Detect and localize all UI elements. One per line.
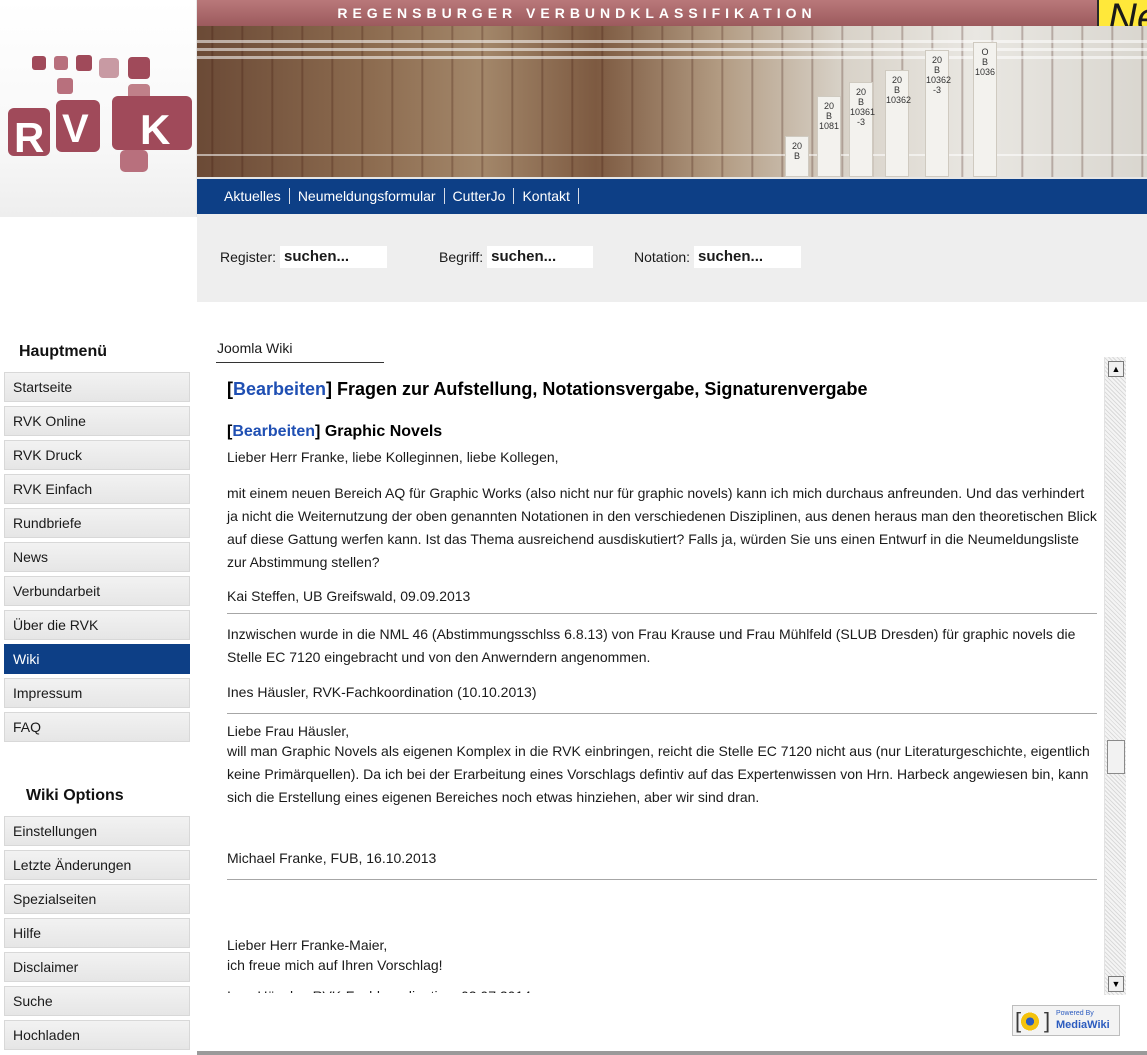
sidebar: Hauptmenü Startseite RVK Online RVK Druc…	[0, 302, 197, 1055]
wiki-options-menu: Einstellungen Letzte Änderungen Spezials…	[4, 816, 190, 1054]
main-menu: Startseite RVK Online RVK Druck RVK Einf…	[4, 372, 190, 746]
sidebar-item-suche[interactable]: Suche	[4, 986, 190, 1016]
nav-kontakt[interactable]: Kontakt	[514, 188, 579, 204]
sidebar-item-news[interactable]: News	[4, 542, 190, 572]
notation-search-label: Notation:	[634, 249, 691, 265]
comment-signature: Michael Franke, FUB, 16.10.2013	[227, 850, 437, 866]
search-area: Register: suchen... Begriff: suchen... N…	[197, 214, 1147, 302]
subsection-heading: [Bearbeiten] Graphic Novels	[227, 423, 443, 440]
comment-greeting: Lieber Herr Franke-Maier,	[227, 937, 388, 953]
nav-aktuelles[interactable]: Aktuelles	[216, 188, 290, 204]
powered-by-mediawiki-badge[interactable]: [ ] Powered By MediaWiki	[1012, 1005, 1120, 1036]
scroll-thumb[interactable]	[1107, 740, 1125, 774]
logo-letter-r: R	[14, 114, 44, 161]
sidebar-item-hilfe[interactable]: Hilfe	[4, 918, 190, 948]
comment-divider	[227, 879, 1097, 880]
wiki-options-heading: Wiki Options	[26, 787, 124, 804]
site-title: REGENSBURGER VERBUNDKLASSIFIKATION	[337, 5, 817, 21]
begriff-search-input[interactable]: suchen...	[487, 246, 594, 268]
shelf-label: 20 B	[785, 136, 809, 177]
comment-signature: Kai Steffen, UB Greifswald, 09.09.2013	[227, 588, 471, 604]
sidebar-item-einstellungen[interactable]: Einstellungen	[4, 816, 190, 846]
section-title: Fragen zur Aufstellung, Notationsvergabe…	[337, 379, 868, 399]
comment-body: ich freue mich auf Ihren Vorschlag!	[227, 957, 443, 973]
rvk-logo[interactable]: R V K	[0, 0, 197, 217]
comment-divider	[227, 613, 1097, 614]
wiki-frame[interactable]: [Bearbeiten] Fragen zur Aufstellung, Not…	[197, 357, 1147, 993]
comment-signature: Ines Häusler, RVK-Fachkoordination (10.1…	[227, 684, 537, 700]
shelf-label: 20 B 10362	[885, 70, 911, 177]
sidebar-item-rvk-einfach[interactable]: RVK Einfach	[4, 474, 190, 504]
notation-search-input[interactable]: suchen...	[694, 246, 802, 268]
main-menu-heading: Hauptmenü	[19, 343, 107, 360]
sidebar-item-ueber-die-rvk[interactable]: Über die RVK	[4, 610, 190, 640]
sidebar-item-impressum[interactable]: Impressum	[4, 678, 190, 708]
sidebar-item-rvk-online[interactable]: RVK Online	[4, 406, 190, 436]
sidebar-item-startseite[interactable]: Startseite	[4, 372, 190, 402]
scroll-up-button[interactable]: ▲	[1108, 361, 1124, 377]
sidebar-item-faq[interactable]: FAQ	[4, 712, 190, 742]
shelf-label: 20 B 1081	[817, 96, 841, 177]
subsection-title: Graphic Novels	[324, 423, 443, 440]
wiki-scrollbar[interactable]: ▲ ▼	[1104, 357, 1126, 995]
breadcrumb[interactable]: Joomla Wiki	[217, 340, 292, 356]
edit-subsection-link[interactable]: Bearbeiten	[232, 423, 315, 440]
comment-body: will man Graphic Novels als eigenen Komp…	[227, 743, 1090, 805]
edit-section-link[interactable]: Bearbeiten	[233, 379, 326, 399]
site-title-bar: REGENSBURGER VERBUNDKLASSIFIKATION Ne	[197, 0, 1147, 40]
register-search-input[interactable]: suchen...	[280, 246, 388, 268]
section-heading: [Bearbeiten] Fragen zur Aufstellung, Not…	[227, 379, 868, 399]
scroll-down-button[interactable]: ▼	[1108, 976, 1124, 992]
sidebar-item-rvk-druck[interactable]: RVK Druck	[4, 440, 190, 470]
top-navigation: Aktuelles Neumeldungsformular CutterJo K…	[197, 177, 1147, 214]
sidebar-item-hochladen[interactable]: Hochladen	[4, 1020, 190, 1050]
sidebar-item-verbundarbeit[interactable]: Verbundarbeit	[4, 576, 190, 606]
sidebar-item-letzte-aenderungen[interactable]: Letzte Änderungen	[4, 850, 190, 880]
shelf-label: O B 1036	[973, 42, 997, 177]
shelf-label: 20 B 10361 -3	[849, 82, 875, 177]
powered-by-text: Powered By	[1056, 1010, 1094, 1017]
mediawiki-text: MediaWiki	[1056, 1019, 1110, 1031]
comment-body: Inzwischen wurde in die NML 46 (Abstimmu…	[227, 626, 1076, 665]
comment-body: mit einem neuen Bereich AQ für Graphic W…	[227, 485, 1097, 570]
bottom-divider	[197, 1051, 1147, 1055]
mediawiki-flower-icon	[1019, 1012, 1041, 1031]
comment-signature: Ines Häusler, RVK-Fachkoordination, 02.0…	[227, 985, 1097, 993]
register-search-label: Register:	[220, 249, 277, 265]
logo-letter-k: K	[140, 106, 170, 153]
sidebar-item-rundbriefe[interactable]: Rundbriefe	[4, 508, 190, 538]
sidebar-item-spezialseiten[interactable]: Spezialseiten	[4, 884, 190, 914]
begriff-search-label: Begriff:	[439, 249, 484, 265]
main-content: Joomla Wiki [Bearbeiten] Fragen zur Aufs…	[197, 302, 1147, 1055]
comment-divider	[227, 713, 1097, 714]
logo-letter-v: V	[62, 107, 89, 151]
sidebar-item-disclaimer[interactable]: Disclaimer	[4, 952, 190, 982]
shelf-label: 20 B 10362 -3	[925, 50, 951, 177]
nav-neumeldungsformular[interactable]: Neumeldungsformular	[290, 188, 445, 204]
nav-cutterjo[interactable]: CutterJo	[445, 188, 515, 204]
logo-area: R V K	[0, 0, 197, 217]
comment-greeting: Lieber Herr Franke, liebe Kolleginnen, l…	[227, 449, 559, 465]
header-banner-image: 20 B 20 B 1081 20 B 10361 -3 20 B 10362 20 B 10362…	[197, 26, 1147, 177]
sidebar-item-wiki[interactable]: Wiki	[4, 644, 190, 674]
